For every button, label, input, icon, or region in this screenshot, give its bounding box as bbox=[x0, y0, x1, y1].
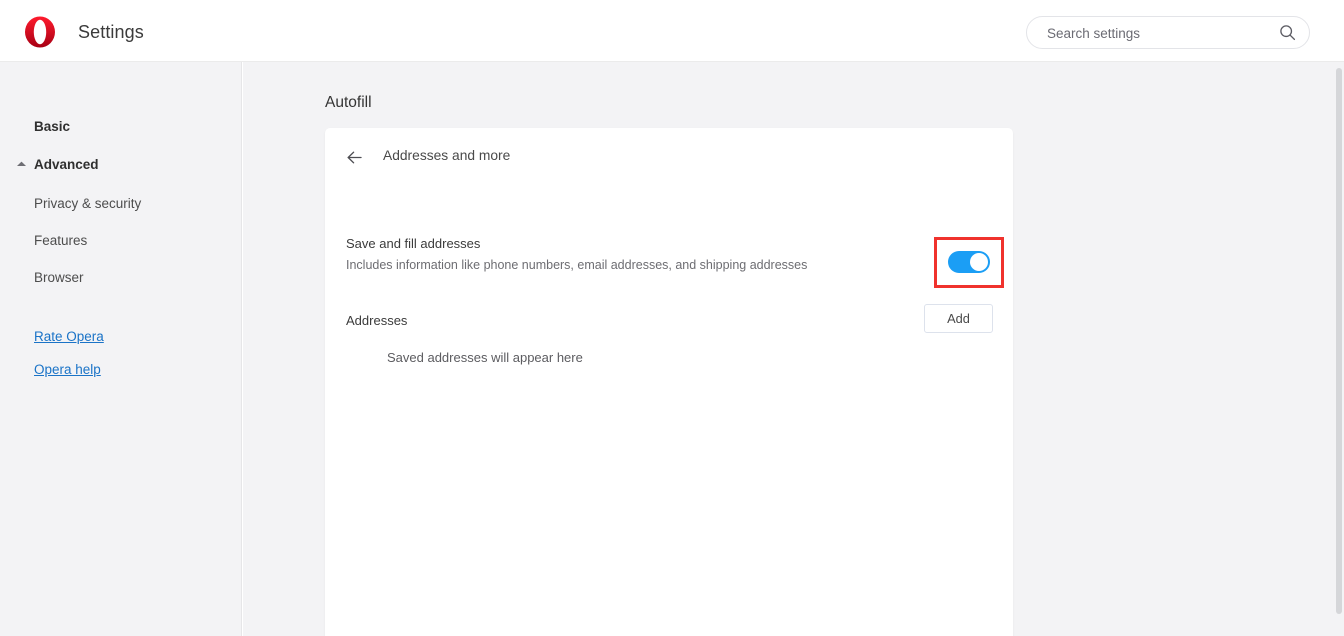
addresses-card: Addresses and more Save and fill address… bbox=[325, 128, 1013, 636]
app-header: Settings bbox=[0, 0, 1344, 62]
sidebar-item-features[interactable]: Features bbox=[0, 227, 242, 253]
brand: Settings bbox=[22, 14, 144, 50]
rate-opera-link[interactable]: Rate Opera bbox=[34, 329, 104, 344]
sidebar-item-label: Advanced bbox=[34, 156, 99, 172]
addresses-row: Addresses Add bbox=[325, 296, 1013, 354]
sidebar-item-advanced[interactable]: Advanced bbox=[0, 151, 242, 177]
page-title: Settings bbox=[78, 22, 144, 42]
sidebar-item-privacy-security[interactable]: Privacy & security bbox=[0, 190, 242, 216]
arrow-left-icon bbox=[346, 149, 363, 166]
add-address-button[interactable]: Add bbox=[924, 304, 993, 333]
toggle-knob bbox=[970, 253, 988, 271]
section-heading-autofill: Autofill bbox=[325, 94, 372, 111]
vertical-scrollbar[interactable] bbox=[1336, 62, 1344, 636]
empty-state-text: Saved addresses will appear here bbox=[387, 350, 583, 365]
save-fill-addresses-row: Save and fill addresses Includes informa… bbox=[325, 212, 1013, 288]
search-box[interactable] bbox=[1026, 16, 1310, 50]
sidebar-item-label: Privacy & security bbox=[34, 195, 142, 211]
setting-title: Save and fill addresses bbox=[346, 236, 481, 251]
sidebar-item-basic[interactable]: Basic bbox=[0, 113, 242, 139]
card-header: Addresses and more bbox=[325, 128, 1013, 186]
opera-logo bbox=[22, 14, 58, 50]
scrollbar-thumb[interactable] bbox=[1336, 68, 1342, 614]
card-title: Addresses and more bbox=[383, 148, 511, 163]
sidebar-item-label: Basic bbox=[34, 118, 71, 134]
opera-help-link[interactable]: Opera help bbox=[34, 362, 101, 377]
search-input[interactable] bbox=[1045, 17, 1274, 50]
content-area: Autofill Addresses and more Save and fil… bbox=[243, 62, 1344, 636]
sidebar-item-browser[interactable]: Browser bbox=[0, 264, 242, 290]
sidebar-item-label: Features bbox=[34, 232, 88, 248]
save-fill-addresses-toggle[interactable] bbox=[948, 251, 990, 273]
setting-description: Includes information like phone numbers,… bbox=[346, 258, 808, 272]
back-button[interactable] bbox=[339, 142, 369, 172]
addresses-label: Addresses bbox=[346, 313, 408, 328]
sidebar-item-label: Browser bbox=[34, 269, 84, 285]
sidebar: Basic Advanced Privacy & security Featur… bbox=[0, 62, 242, 636]
